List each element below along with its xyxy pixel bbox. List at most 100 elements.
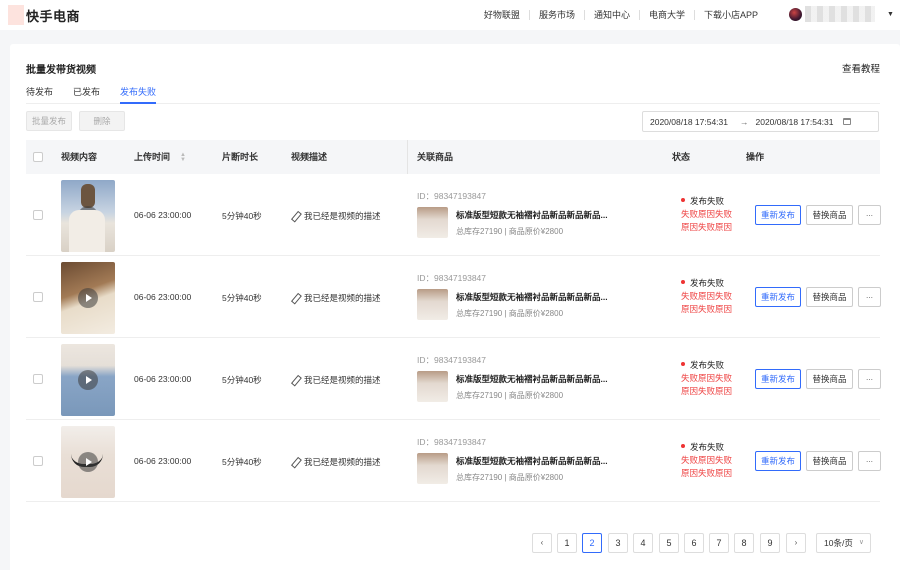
video-thumbnail[interactable] xyxy=(61,262,115,334)
product-meta: 总库存27190 | 商品原价¥2800 xyxy=(456,473,564,482)
nav-link-notifications[interactable]: 通知中心 xyxy=(585,10,640,20)
video-thumbnail[interactable] xyxy=(61,426,115,498)
product-name[interactable]: 标准版型短款无袖褶衬品新品新品新品... xyxy=(456,373,646,385)
page-button[interactable]: 4 xyxy=(633,533,653,553)
table-row: 06-06 23:00:00 5分钟40秒 我已经是视频的描述 ID：98347… xyxy=(26,174,881,256)
page-button[interactable]: 7 xyxy=(709,533,729,553)
description-text: 我已经是视频的描述 xyxy=(304,375,381,385)
page-button[interactable]: 6 xyxy=(684,533,704,553)
select-all-checkbox[interactable] xyxy=(33,152,43,162)
chevron-down-icon: ▼ xyxy=(887,10,894,18)
nav-link-university[interactable]: 电商大学 xyxy=(640,10,695,20)
product-name[interactable]: 标准版型短款无袖褶衬品新品新品新品... xyxy=(456,291,646,303)
user-menu[interactable]: ▼ xyxy=(789,6,894,22)
more-actions-button[interactable]: ... xyxy=(858,451,881,471)
error-dot-icon xyxy=(681,362,685,366)
status-badge: 发布失败 xyxy=(681,441,724,453)
col-upload-time[interactable]: 上传时间 ▲ ▼ xyxy=(134,140,186,174)
row-checkbox[interactable] xyxy=(33,374,43,384)
description[interactable]: 我已经是视频的描述 xyxy=(291,292,381,304)
tab-pending[interactable]: 待发布 xyxy=(26,86,53,104)
prev-page-button[interactable]: ‹ xyxy=(532,533,552,553)
page-button[interactable]: 9 xyxy=(760,533,780,553)
more-actions-button[interactable]: ... xyxy=(858,287,881,307)
product-image xyxy=(417,289,448,320)
replace-product-button[interactable]: 替换商品 xyxy=(806,369,853,389)
page-button-current[interactable]: 2 xyxy=(582,533,602,553)
more-actions-button[interactable]: ... xyxy=(858,369,881,389)
replace-product-button[interactable]: 替换商品 xyxy=(806,287,853,307)
description[interactable]: 我已经是视频的描述 xyxy=(291,374,381,386)
edit-icon[interactable] xyxy=(291,212,299,220)
col-upload-time-label: 上传时间 xyxy=(134,152,171,162)
top-nav: 好物联盟 服务市场 通知中心 电商大学 下载小店APP xyxy=(475,0,767,30)
col-duration: 片断时长 xyxy=(222,152,259,162)
video-thumbnail[interactable] xyxy=(61,344,115,416)
upload-time: 06-06 23:00:00 xyxy=(134,292,192,302)
product-image xyxy=(417,207,448,238)
status-text: 发布失败 xyxy=(690,278,725,288)
product-meta: 总库存27190 | 商品原价¥2800 xyxy=(456,309,564,318)
avatar xyxy=(789,7,802,21)
product-image xyxy=(417,453,448,484)
row-checkbox[interactable] xyxy=(33,210,43,220)
description[interactable]: 我已经是视频的描述 xyxy=(291,210,381,222)
status-text: 发布失败 xyxy=(690,196,725,206)
top-bar: 快手电商 好物联盟 服务市场 通知中心 电商大学 下载小店APP ▼ xyxy=(0,0,900,30)
republish-button[interactable]: 重新发布 xyxy=(755,205,801,225)
play-icon[interactable] xyxy=(78,206,98,226)
description-text: 我已经是视频的描述 xyxy=(304,211,381,221)
sort-icon[interactable]: ▲ ▼ xyxy=(180,152,186,163)
play-icon[interactable] xyxy=(78,288,98,308)
nav-link-download-app[interactable]: 下载小店APP xyxy=(695,10,767,20)
more-actions-button[interactable]: ... xyxy=(858,205,881,225)
upload-time: 06-06 23:00:00 xyxy=(134,210,192,220)
replace-product-button[interactable]: 替换商品 xyxy=(806,451,853,471)
page-title: 批量发带货视频 xyxy=(26,65,96,76)
col-status: 状态 xyxy=(672,152,691,162)
tab-failed[interactable]: 发布失败 xyxy=(120,86,157,104)
product-name[interactable]: 标准版型短款无袖褶衬品新品新品新品... xyxy=(456,209,646,221)
video-thumbnail[interactable] xyxy=(61,180,115,252)
product-id: ID：98347193847 xyxy=(417,191,487,201)
republish-button[interactable]: 重新发布 xyxy=(755,451,801,471)
nav-link-service-market[interactable]: 服务市场 xyxy=(530,10,585,20)
page-button[interactable]: 8 xyxy=(734,533,754,553)
play-icon[interactable] xyxy=(78,452,98,472)
description[interactable]: 我已经是视频的描述 xyxy=(291,456,381,468)
page-size-select[interactable]: 10条/页 ∨ xyxy=(816,533,871,553)
date-range-picker[interactable]: 2020/08/18 17:54:31 → 2020/08/18 17:54:3… xyxy=(642,111,879,132)
help-link[interactable]: 查看教程 xyxy=(842,61,880,75)
status-badge: 发布失败 xyxy=(681,195,724,207)
edit-icon[interactable] xyxy=(291,376,299,384)
delete-button[interactable]: 删除 xyxy=(79,111,125,131)
table-row: 06-06 23:00:00 5分钟40秒 我已经是视频的描述 ID：98347… xyxy=(26,338,881,420)
col-video: 视频内容 xyxy=(61,152,98,162)
edit-icon[interactable] xyxy=(291,294,299,302)
logo-mark-icon xyxy=(8,5,24,25)
page-button[interactable]: 5 xyxy=(659,533,679,553)
upload-time: 06-06 23:00:00 xyxy=(134,456,192,466)
col-description: 视频描述 xyxy=(291,152,328,162)
batch-publish-button[interactable]: 批量发布 xyxy=(26,111,72,131)
status-tabs: 待发布 已发布 发布失败 xyxy=(26,86,880,104)
republish-button[interactable]: 重新发布 xyxy=(755,287,801,307)
play-icon[interactable] xyxy=(78,370,98,390)
table-row: 06-06 23:00:00 5分钟40秒 我已经是视频的描述 ID：98347… xyxy=(26,256,881,338)
tab-published[interactable]: 已发布 xyxy=(73,86,100,104)
page-button[interactable]: 1 xyxy=(557,533,577,553)
status-badge: 发布失败 xyxy=(681,359,724,371)
page-button[interactable]: 3 xyxy=(608,533,628,553)
edit-icon[interactable] xyxy=(291,458,299,466)
calendar-icon xyxy=(842,118,851,125)
failure-reason: 失败原因失败原因失败原因 xyxy=(681,291,733,314)
replace-product-button[interactable]: 替换商品 xyxy=(806,205,853,225)
product-name[interactable]: 标准版型短款无袖褶衬品新品新品新品... xyxy=(456,455,646,467)
status-badge: 发布失败 xyxy=(681,277,724,289)
logo[interactable]: 快手电商 xyxy=(8,5,80,25)
nav-link-alliance[interactable]: 好物联盟 xyxy=(475,10,530,20)
republish-button[interactable]: 重新发布 xyxy=(755,369,801,389)
next-page-button[interactable]: › xyxy=(786,533,806,553)
row-checkbox[interactable] xyxy=(33,292,43,302)
row-checkbox[interactable] xyxy=(33,456,43,466)
